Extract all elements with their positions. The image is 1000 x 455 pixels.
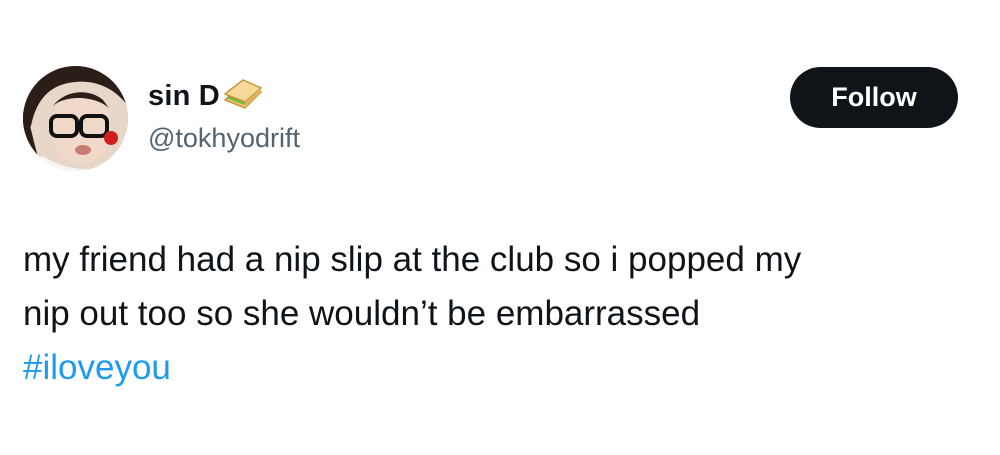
tweet-text: my friend had a nip slip at the club so …: [23, 233, 973, 395]
tweet-text-line: my friend had a nip slip at the club so …: [23, 240, 802, 279]
follow-button[interactable]: Follow: [790, 67, 958, 128]
author-handle[interactable]: @tokhyodrift: [148, 120, 300, 156]
hashtag-link[interactable]: #iloveyou: [23, 348, 171, 387]
avatar-image: [23, 66, 128, 171]
display-name[interactable]: sin D: [148, 78, 220, 114]
avatar[interactable]: [23, 66, 128, 171]
tweet-card: sin D @tokhyodrift Follow my friend had …: [0, 0, 1000, 455]
sandwich-icon: [221, 78, 265, 114]
tweet-text-line: nip out too so she wouldn’t be embarrass…: [23, 294, 701, 333]
author-name-row[interactable]: sin D: [148, 78, 265, 114]
